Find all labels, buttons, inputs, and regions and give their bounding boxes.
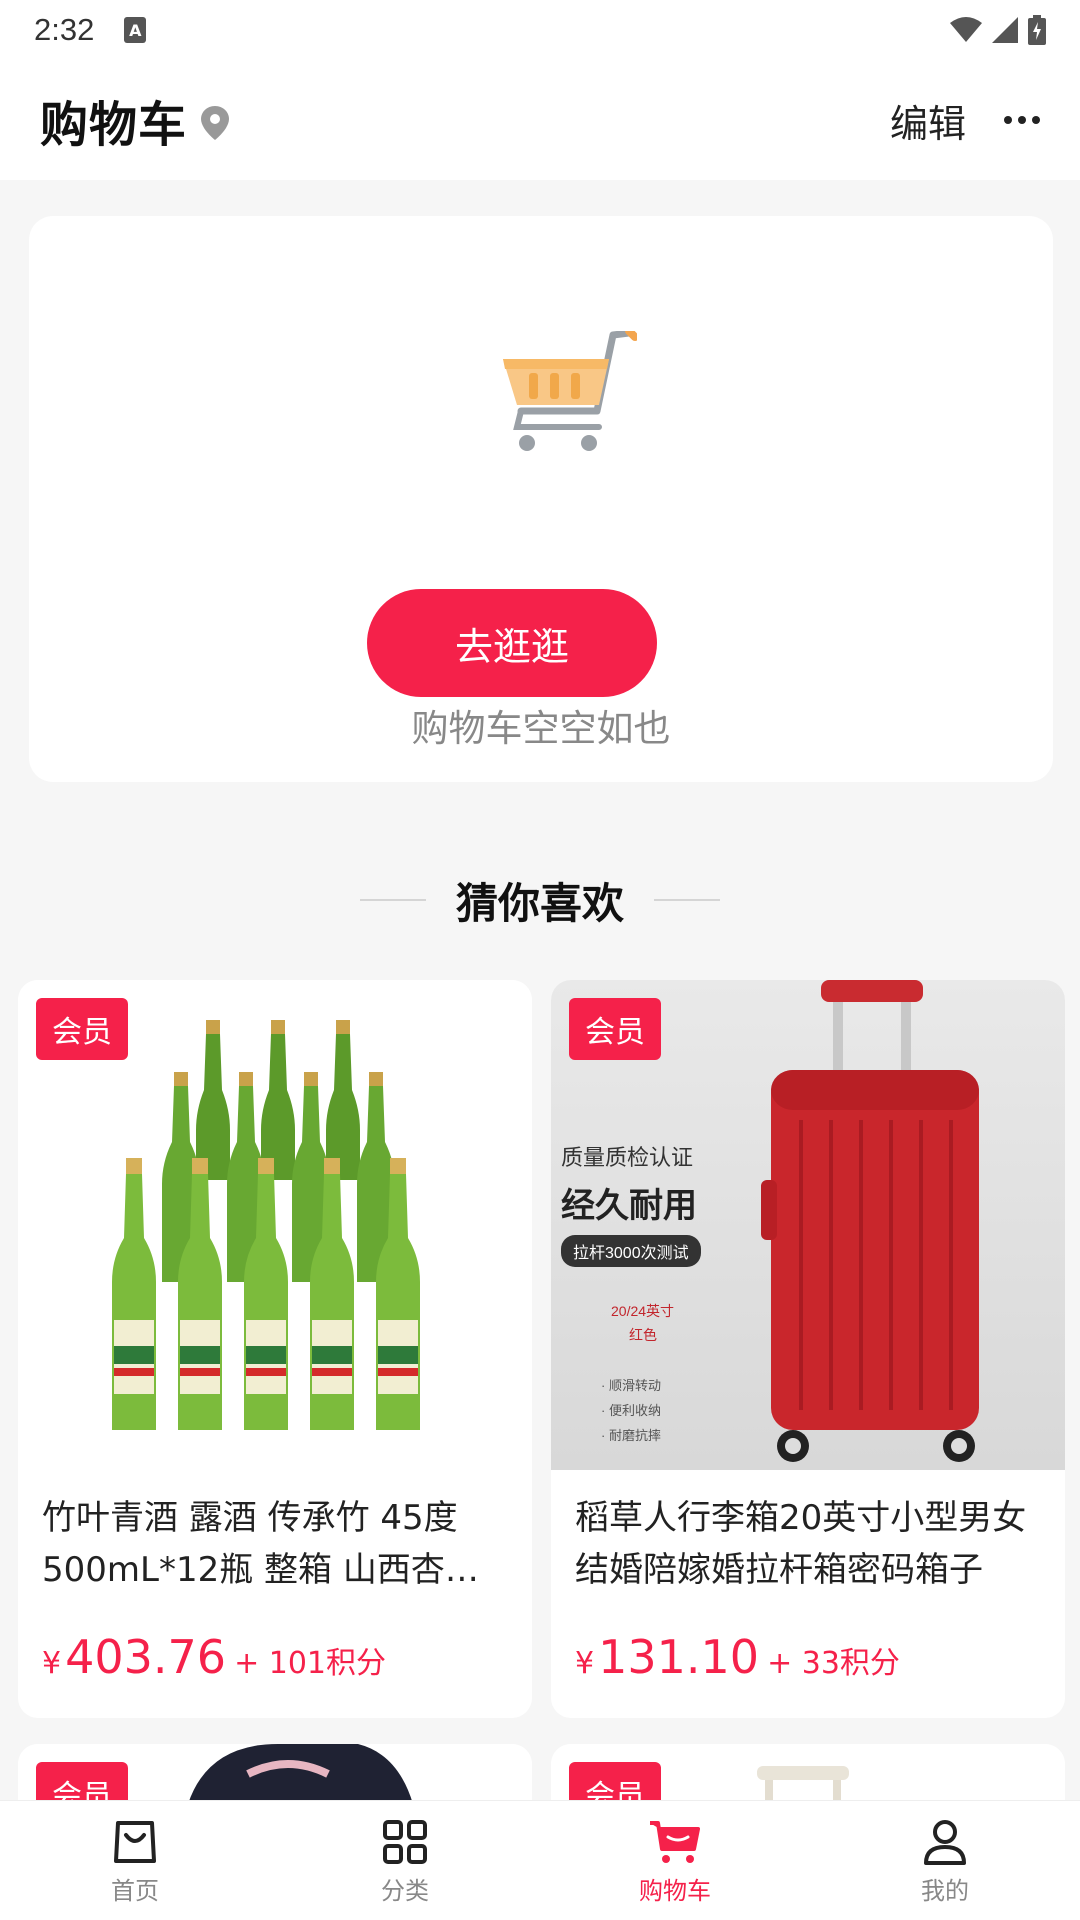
image-text: · 顺滑转动 [601, 1378, 661, 1393]
product-name: 竹叶青酒 露酒 传承竹 45度 500mL*12瓶 整箱 山西杏花村 [42, 1498, 479, 1590]
title-divider-left [359, 899, 426, 901]
product-name: 稻草人行李箱20英寸小型男女结婚陪嫁婚拉杆箱密码箱子 [575, 1498, 1027, 1590]
page-title: 购物车 [40, 97, 188, 153]
product-price: ¥ 403.76 + 101积分 [42, 1630, 386, 1684]
bottom-navigation: 首页 分类 购物车 我的 [0, 1800, 1080, 1920]
image-text: · 便利收纳 [601, 1403, 661, 1418]
nav-item-home[interactable]: 首页 [0, 1801, 270, 1920]
price-currency: ¥ [575, 1646, 595, 1681]
price-amount: 403.76 [65, 1630, 227, 1684]
product-card[interactable]: 会员 竹叶青酒 露酒 传承竹 45度 500mL*12瓶 整箱 山西杏花村 ¥ … [18, 980, 532, 1718]
location-pin-icon[interactable] [201, 106, 230, 140]
nav-item-category[interactable]: 分类 [270, 1801, 540, 1920]
product-price: ¥ 131.10 + 33积分 [575, 1630, 900, 1684]
price-points: + 33积分 [767, 1646, 900, 1681]
go-shopping-button[interactable]: 去逛逛 [367, 589, 657, 697]
home-bag-icon [114, 1821, 156, 1863]
nav-label: 分类 [381, 1877, 429, 1905]
status-bar: 2:32 A [0, 0, 1080, 60]
nav-item-cart[interactable]: 购物车 [540, 1801, 810, 1920]
product-card[interactable]: 质量质检认证 经久耐用 拉杆3000次测试 20/24英寸 红色 · 顺滑转动 … [551, 980, 1065, 1718]
nav-label: 首页 [111, 1877, 159, 1905]
image-text: 质量质检认证 [561, 1145, 694, 1170]
image-text: 20/24英寸 [611, 1303, 675, 1319]
edit-button[interactable]: 编辑 [890, 93, 966, 148]
empty-cart-message: 购物车空空如也 [411, 707, 671, 750]
member-badge: 会员 [36, 998, 128, 1060]
grid-icon [383, 1820, 427, 1864]
user-icon [924, 1820, 966, 1865]
suitcase-illustration [761, 980, 979, 1462]
more-options-icon[interactable] [1004, 116, 1040, 124]
image-text: 拉杆3000次测试 [561, 1235, 701, 1267]
empty-cart-illustration [503, 331, 637, 451]
nav-item-profile[interactable]: 我的 [810, 1801, 1080, 1920]
notification-icon: A [124, 17, 147, 43]
title-divider-right [654, 899, 720, 901]
image-text: 经久耐用 [561, 1187, 697, 1225]
wifi-icon [950, 17, 982, 42]
signal-icon [992, 17, 1018, 43]
status-icons [950, 15, 1046, 45]
price-amount: 131.10 [598, 1630, 760, 1684]
price-points: + 101积分 [234, 1646, 386, 1681]
nav-label: 购物车 [639, 1877, 711, 1905]
image-text: 红色 [629, 1327, 657, 1343]
recommend-section-title: 猜你喜欢 [0, 870, 1080, 930]
cart-icon [650, 1821, 700, 1863]
price-currency: ¥ [42, 1646, 62, 1681]
battery-icon [1028, 15, 1046, 45]
member-badge: 会员 [569, 998, 661, 1060]
page-header: 购物车 编辑 [0, 60, 1080, 180]
status-time: 2:32 [34, 12, 95, 47]
image-text: · 耐磨抗摔 [601, 1428, 661, 1443]
nav-label: 我的 [921, 1877, 969, 1905]
recommend-title: 猜你喜欢 [455, 878, 624, 928]
empty-cart-card: 购物车空空如也 [29, 216, 1053, 782]
